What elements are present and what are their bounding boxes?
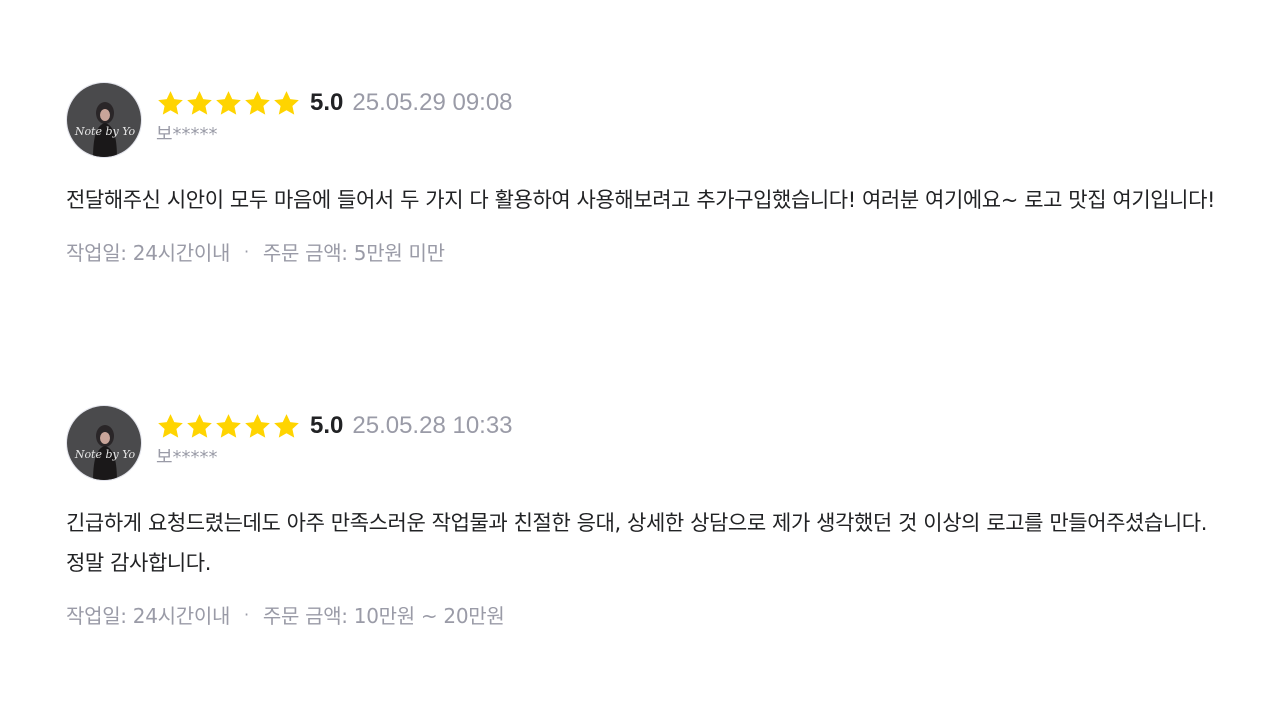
info-separator: · (244, 242, 249, 261)
review-info: 작업일: 24시간이내 · 주문 금액: 10만원 ~ 20만원 (66, 600, 1226, 629)
star-icon (156, 412, 185, 441)
review-header: Note by Yo 5.0 25.05.28 10:33 보***** (66, 405, 1226, 481)
rating-score: 5.0 (310, 89, 344, 116)
star-icon (243, 89, 272, 118)
info-separator: · (244, 605, 249, 624)
order-amount: 주문 금액: 10만원 ~ 20만원 (262, 604, 505, 628)
work-period: 작업일: 24시간이내 (66, 604, 231, 628)
review-text: 전달해주신 시안이 모두 마음에 들어서 두 가지 다 활용하여 사용해보려고 … (66, 188, 1216, 212)
rating-stars (156, 89, 301, 118)
star-icon (156, 89, 185, 118)
reviewer-nickname: 보***** (156, 447, 218, 468)
review-item: Note by Yo 5.0 25.05.29 09:08 보***** 전달해… (66, 82, 1226, 266)
rating-score: 5.0 (310, 412, 344, 439)
order-amount: 주문 금액: 5만원 미만 (262, 241, 445, 265)
review-header: Note by Yo 5.0 25.05.29 09:08 보***** (66, 82, 1226, 158)
review-item: Note by Yo 5.0 25.05.28 10:33 보***** 긴급하… (66, 405, 1226, 629)
reviewer-nickname: 보***** (156, 124, 218, 145)
review-meta: 5.0 25.05.29 09:08 보***** (156, 82, 513, 146)
rating-stars (156, 412, 301, 441)
review-text: 긴급하게 요청드렸는데도 아주 만족스러운 작업물과 친절한 응대, 상세한 상… (66, 511, 1208, 575)
review-date: 25.05.28 10:33 (352, 412, 513, 439)
work-period: 작업일: 24시간이내 (66, 241, 231, 265)
review-list: Note by Yo 5.0 25.05.29 09:08 보***** 전달해… (0, 0, 1280, 720)
star-icon (214, 412, 243, 441)
star-icon (185, 89, 214, 118)
star-icon (185, 412, 214, 441)
rating-line: 5.0 25.05.29 09:08 (156, 88, 513, 118)
star-icon (243, 412, 272, 441)
review-meta: 5.0 25.05.28 10:33 보***** (156, 405, 513, 469)
star-icon (214, 89, 243, 118)
review-info: 작업일: 24시간이내 · 주문 금액: 5만원 미만 (66, 237, 1226, 266)
avatar[interactable]: Note by Yo (66, 405, 142, 481)
rating-line: 5.0 25.05.28 10:33 (156, 411, 513, 441)
review-date: 25.05.29 09:08 (352, 89, 513, 116)
star-icon (272, 89, 301, 118)
avatar-logo-text: Note by Yo (74, 448, 136, 461)
avatar-logo-text: Note by Yo (74, 125, 136, 138)
avatar[interactable]: Note by Yo (66, 82, 142, 158)
star-icon (272, 412, 301, 441)
